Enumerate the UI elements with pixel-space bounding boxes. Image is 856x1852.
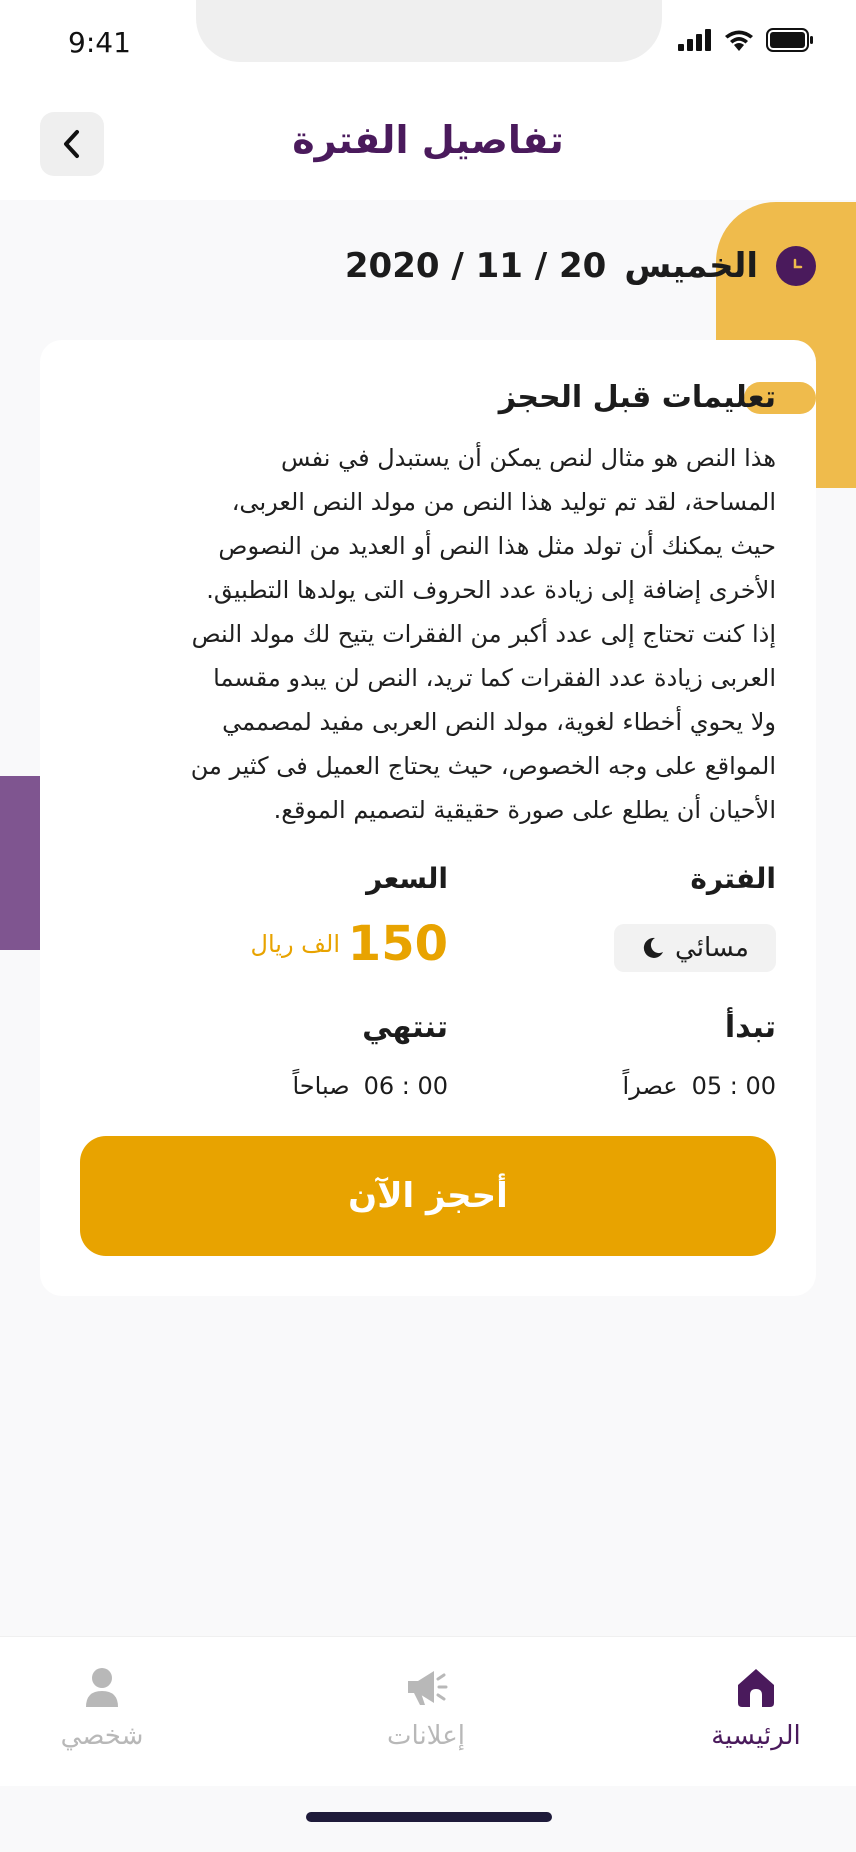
instructions-line: حيث يمكنك أن تولد مثل هذا النص أو العديد… [218,532,776,560]
instructions-title: تعليمات قبل الحجز [498,380,776,415]
period-label: الفترة [690,862,776,895]
status-icons [678,28,814,52]
end-time-period: صباحاً [292,1072,350,1100]
nav-label-profile: شخصي [60,1721,144,1751]
signal-icon [678,29,711,51]
instructions-line: إذا كنت تحتاج إلى عدد أكبر من الفقرات يت… [191,620,776,648]
price-value: 150 [347,916,448,972]
price-unit: الف ريال [250,930,340,958]
nav-label-ads: إعلانات [387,1721,465,1751]
date-day: الخميس [624,246,758,286]
start-time-period: عصراً [622,1072,678,1100]
end-label: تنتهي [362,1010,448,1045]
period-details-card: تعليمات قبل الحجز هذا النص هو مثال لنص ي… [40,340,816,1296]
end-time: 06 : 00 صباحاً [292,1072,448,1100]
instructions-line: الأخرى إضافة إلى زيادة عدد الحروف التى ي… [206,576,776,604]
nav-item-home[interactable]: الرئيسية [666,1665,846,1751]
start-time-value: 05 : 00 [691,1072,776,1100]
moon-icon [643,937,664,958]
instructions-line: الأحيان أن يطلع على صورة حقيقية لتصميم ا… [273,796,776,824]
battery-icon [766,28,813,52]
end-time-value: 06 : 00 [363,1072,448,1100]
wifi-icon [725,30,753,51]
back-button[interactable] [40,112,104,176]
megaphone-icon [408,1671,448,1705]
clock-icon [776,246,816,286]
start-time: 05 : 00 عصراً [623,1072,776,1100]
period-value: مسائي [675,933,749,963]
home-indicator [306,1812,552,1822]
date-row: الخميس 2020 / 11 / 20 [345,246,816,286]
instructions-line: العربى زيادة عدد الفقرات كما تريد، النص … [213,664,776,692]
device-notch [196,0,662,62]
decorative-purple-bar [0,776,40,950]
nav-label-home: الرئيسية [711,1721,801,1751]
page-title: تفاصيل الفترة [292,118,564,162]
instructions-text: هذا النص هو مثال لنص يمكن أن يستبدل في ن… [76,436,776,832]
nav-item-ads[interactable]: إعلانات [336,1665,516,1751]
home-icon [738,1669,774,1707]
instructions-line: ولا يحوي أخطاء لغوية، مولد النص العربى م… [222,708,776,736]
bottom-nav: الرئيسية إعلانات شخصي [0,1636,856,1786]
period-chip: مسائي [614,924,776,972]
instructions-line: المساحة، لقد تم توليد هذا النص من مولد ا… [231,488,776,516]
status-time: 9:41 [68,26,131,59]
instructions-line: المواقع على وجه الخصوص، حيث يحتاج العميل… [190,752,776,780]
book-now-button[interactable]: أحجز الآن [80,1136,776,1256]
date-value: 2020 / 11 / 20 [344,246,607,286]
price-label: السعر [366,862,448,895]
start-label: تبدأ [724,1010,776,1045]
instructions-line: هذا النص هو مثال لنص يمكن أن يستبدل في ن… [281,444,776,472]
person-icon [86,1668,118,1707]
chevron-left-icon [64,130,79,158]
nav-item-profile[interactable]: شخصي [12,1665,192,1751]
